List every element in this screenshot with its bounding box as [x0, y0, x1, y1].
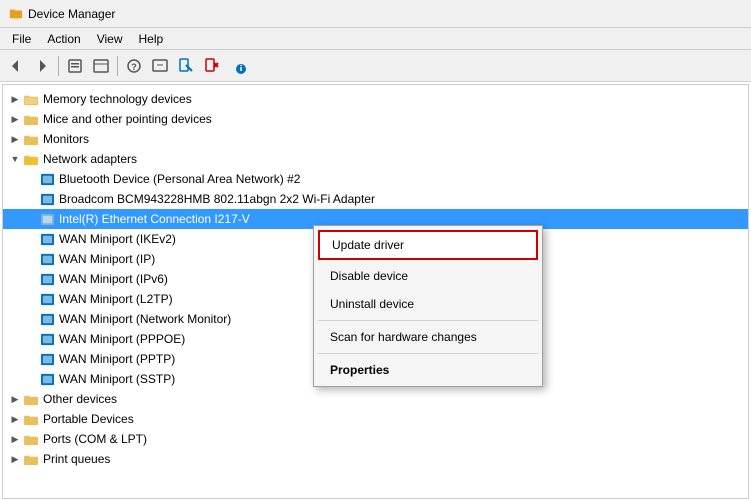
icon-other [23, 391, 39, 407]
icon-wan-ipv6 [39, 271, 55, 287]
expander-ports[interactable]: ▶ [7, 431, 23, 447]
label-broadcom: Broadcom BCM943228HMB 802.11abgn 2x2 Wi-… [59, 192, 375, 206]
expander-print[interactable]: ▶ [7, 451, 23, 467]
expander-monitors[interactable]: ▶ [7, 131, 23, 147]
tree-item-bluetooth[interactable]: ▶ Bluetooth Device (Personal Area Networ… [3, 169, 748, 189]
context-menu: Update driver Disable device Uninstall d… [313, 225, 543, 387]
label-intel: Intel(R) Ethernet Connection I217-V [59, 212, 250, 226]
help-button[interactable]: ? [122, 54, 146, 78]
context-menu-properties[interactable]: Properties [314, 356, 542, 384]
label-portable: Portable Devices [43, 412, 134, 426]
tree-item-other[interactable]: ▶ Other devices [3, 389, 748, 409]
device-tree[interactable]: ▶ Memory technology devices ▶ Mice and o… [2, 84, 749, 499]
menu-bar: FileActionViewHelp [0, 28, 751, 50]
label-monitors: Monitors [43, 132, 89, 146]
icon-broadcom [39, 191, 55, 207]
tree-item-ports[interactable]: ▶ Ports (COM & LPT) [3, 429, 748, 449]
icon-network-folder [23, 151, 39, 167]
tree-item-mice[interactable]: ▶ Mice and other pointing devices [3, 109, 748, 129]
context-menu-scan-hardware[interactable]: Scan for hardware changes [314, 323, 542, 351]
label-mice: Mice and other pointing devices [43, 112, 212, 126]
disable-device-label: Disable device [330, 269, 408, 283]
icon-wan-netmon [39, 311, 55, 327]
icon-wan-sstp [39, 371, 55, 387]
view-button[interactable] [89, 54, 113, 78]
tree-item-print[interactable]: ▶ Print queues [3, 449, 748, 469]
tree-item-portable[interactable]: ▶ Portable Devices [3, 409, 748, 429]
label-wan-netmon: WAN Miniport (Network Monitor) [59, 312, 231, 326]
label-bluetooth: Bluetooth Device (Personal Area Network)… [59, 172, 300, 186]
main-content: ▶ Memory technology devices ▶ Mice and o… [0, 82, 751, 501]
label-network: Network adapters [43, 152, 137, 166]
icon-monitors [23, 131, 39, 147]
context-menu-uninstall-device[interactable]: Uninstall device [314, 290, 542, 318]
label-other: Other devices [43, 392, 117, 406]
label-wan-pppoe: WAN Miniport (PPPOE) [59, 332, 185, 346]
info-button[interactable] [148, 54, 172, 78]
icon-ports [23, 431, 39, 447]
update-driver-label: Update driver [332, 238, 404, 252]
expander-network[interactable]: ▼ [7, 151, 23, 167]
label-ports: Ports (COM & LPT) [43, 432, 147, 446]
expander-memory[interactable]: ▶ [7, 91, 23, 107]
icon-mice [23, 111, 39, 127]
app-icon [8, 6, 24, 22]
scan-hardware-label: Scan for hardware changes [330, 330, 477, 344]
expander-other[interactable]: ▶ [7, 391, 23, 407]
label-wan-ipv6: WAN Miniport (IPv6) [59, 272, 168, 286]
icon-memory [23, 91, 39, 107]
expander-mice[interactable]: ▶ [7, 111, 23, 127]
tree-item-memory[interactable]: ▶ Memory technology devices [3, 89, 748, 109]
label-wan-ikev2: WAN Miniport (IKEv2) [59, 232, 176, 246]
label-wan-ip: WAN Miniport (IP) [59, 252, 155, 266]
icon-print [23, 451, 39, 467]
scan-button[interactable] [174, 54, 198, 78]
remove-button[interactable] [200, 54, 224, 78]
context-menu-sep-2 [318, 353, 538, 354]
menu-item-view[interactable]: View [89, 30, 131, 48]
menu-item-help[interactable]: Help [131, 30, 172, 48]
icon-wan-l2tp [39, 291, 55, 307]
context-menu-sep-1 [318, 320, 538, 321]
warning-button[interactable] [226, 54, 250, 78]
toolbar-sep-2 [117, 56, 118, 76]
icon-wan-pptp [39, 351, 55, 367]
icon-portable [23, 411, 39, 427]
icon-bluetooth [39, 171, 55, 187]
label-wan-l2tp: WAN Miniport (L2TP) [59, 292, 173, 306]
uninstall-device-label: Uninstall device [330, 297, 414, 311]
toolbar: ? [0, 50, 751, 82]
icon-wan-ip [39, 251, 55, 267]
context-menu-disable-device[interactable]: Disable device [314, 262, 542, 290]
expander-portable[interactable]: ▶ [7, 411, 23, 427]
icon-wan-ikev2 [39, 231, 55, 247]
menu-item-file[interactable]: File [4, 30, 39, 48]
back-button[interactable] [4, 54, 28, 78]
tree-item-network[interactable]: ▼ Network adapters [3, 149, 748, 169]
label-wan-pptp: WAN Miniport (PPTP) [59, 352, 175, 366]
label-wan-sstp: WAN Miniport (SSTP) [59, 372, 175, 386]
title-bar: Device Manager [0, 0, 751, 28]
properties-button[interactable] [63, 54, 87, 78]
icon-intel [39, 211, 55, 227]
label-memory: Memory technology devices [43, 92, 192, 106]
properties-label: Properties [330, 363, 389, 377]
menu-item-action[interactable]: Action [39, 30, 88, 48]
tree-item-broadcom[interactable]: ▶ Broadcom BCM943228HMB 802.11abgn 2x2 W… [3, 189, 748, 209]
toolbar-sep-1 [58, 56, 59, 76]
icon-wan-pppoe [39, 331, 55, 347]
svg-text:?: ? [131, 62, 137, 72]
tree-item-monitors[interactable]: ▶ Monitors [3, 129, 748, 149]
label-print: Print queues [43, 452, 110, 466]
window-title: Device Manager [28, 7, 115, 21]
forward-button[interactable] [30, 54, 54, 78]
context-menu-update-driver[interactable]: Update driver [318, 230, 538, 260]
